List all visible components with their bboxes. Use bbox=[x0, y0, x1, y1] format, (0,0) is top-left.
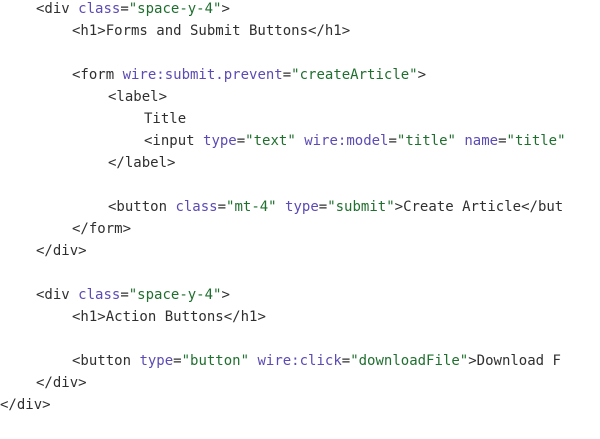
code-token-attribute: class bbox=[175, 199, 218, 215]
code-token-tag: <input bbox=[144, 133, 204, 149]
code-token-tag: <div bbox=[36, 1, 79, 17]
code-token-text: Download F bbox=[476, 353, 561, 369]
code-editor-view: <div class="space-y-4"> <h1>Forms and Sub… bbox=[0, 0, 600, 439]
code-token-string: "space-y-4" bbox=[128, 1, 222, 17]
code-line: <form wire:submit.prevent="createArticle… bbox=[72, 64, 426, 86]
code-line: <div class="space-y-4"> bbox=[36, 284, 230, 306]
code-token-tag: <form bbox=[72, 67, 123, 83]
code-token-tag: = bbox=[236, 133, 246, 149]
code-token-tag: = bbox=[388, 133, 397, 149]
code-line: </div> bbox=[36, 372, 87, 394]
code-token-tag: <button bbox=[108, 199, 176, 215]
code-token-attribute: name bbox=[464, 133, 499, 149]
code-token-tag: = bbox=[120, 1, 129, 17]
code-token-string: "title" bbox=[396, 133, 456, 149]
code-token-text: Title bbox=[144, 111, 187, 127]
code-token-tag: = bbox=[120, 287, 129, 303]
code-token-tag: = bbox=[341, 353, 351, 369]
code-token-string: "createArticle" bbox=[291, 67, 418, 83]
code-token-tag: </div> bbox=[36, 243, 87, 259]
code-line: <label> bbox=[108, 86, 167, 108]
code-token-tag: <h1> bbox=[72, 309, 106, 325]
code-token-attribute: type bbox=[139, 353, 174, 369]
code-token-tag: > bbox=[468, 353, 477, 369]
code-token-attribute: type bbox=[285, 199, 319, 215]
code-token-tag bbox=[296, 133, 304, 149]
code-token-tag bbox=[277, 199, 285, 215]
code-token-tag: <button bbox=[72, 353, 140, 369]
code-token-tag: <label> bbox=[108, 89, 168, 105]
code-token-tag: > bbox=[221, 287, 230, 303]
code-token-string: "button" bbox=[181, 353, 250, 369]
code-token-tag: > bbox=[221, 1, 230, 17]
code-token-attribute: wire:click bbox=[257, 353, 342, 369]
code-token-tag: > bbox=[394, 199, 404, 215]
code-token-tag: </label> bbox=[108, 155, 176, 171]
code-token-tag: = bbox=[173, 353, 182, 369]
code-line: </div> bbox=[36, 240, 87, 262]
code-token-text: Forms and Submit Buttons bbox=[105, 23, 309, 39]
code-token-text: Create Article bbox=[403, 199, 522, 215]
code-line: <h1>Forms and Submit Buttons</h1> bbox=[72, 20, 350, 42]
code-line: </form> bbox=[72, 218, 131, 240]
code-token-tag: </div> bbox=[36, 375, 87, 391]
code-token-string: "space-y-4" bbox=[128, 287, 222, 303]
code-token-tag: <div bbox=[36, 287, 79, 303]
code-token-string: "title" bbox=[506, 133, 566, 149]
code-line: </div> bbox=[0, 394, 51, 416]
code-line: <button class="mt-4" type="submit">Creat… bbox=[108, 196, 563, 218]
code-token-tag: </div> bbox=[0, 397, 51, 413]
code-line: <h1>Action Buttons</h1> bbox=[72, 306, 266, 328]
code-token-tag: = bbox=[318, 199, 328, 215]
code-token-text: Action Buttons bbox=[105, 309, 224, 325]
code-line: Title bbox=[144, 108, 186, 130]
code-token-tag: </but bbox=[521, 199, 564, 215]
code-token-string: "mt-4" bbox=[226, 199, 277, 215]
code-token-tag: </h1> bbox=[308, 23, 351, 39]
code-token-string: "downloadFile" bbox=[350, 353, 469, 369]
code-token-tag: > bbox=[417, 67, 427, 83]
code-token-attribute: class bbox=[78, 287, 121, 303]
code-token-attribute: type bbox=[203, 133, 237, 149]
code-token-string: "submit" bbox=[327, 199, 395, 215]
code-token-tag: = bbox=[217, 199, 227, 215]
code-line: <button type="button" wire:click="downlo… bbox=[72, 350, 561, 372]
code-token-attribute: wire:model bbox=[304, 133, 389, 149]
code-token-tag: = bbox=[498, 133, 507, 149]
code-token-tag: </form> bbox=[72, 221, 132, 237]
code-line: <div class="space-y-4"> bbox=[36, 0, 230, 20]
code-line: </label> bbox=[108, 152, 175, 174]
code-token-string: "text" bbox=[245, 133, 296, 149]
code-token-tag: <h1> bbox=[72, 23, 106, 39]
code-token-tag: = bbox=[282, 67, 292, 83]
code-token-tag: </h1> bbox=[223, 309, 266, 325]
code-token-attribute: class bbox=[78, 1, 121, 17]
code-token-attribute: wire:submit.prevent bbox=[122, 67, 283, 83]
code-line: <input type="text" wire:model="title" na… bbox=[144, 130, 566, 152]
